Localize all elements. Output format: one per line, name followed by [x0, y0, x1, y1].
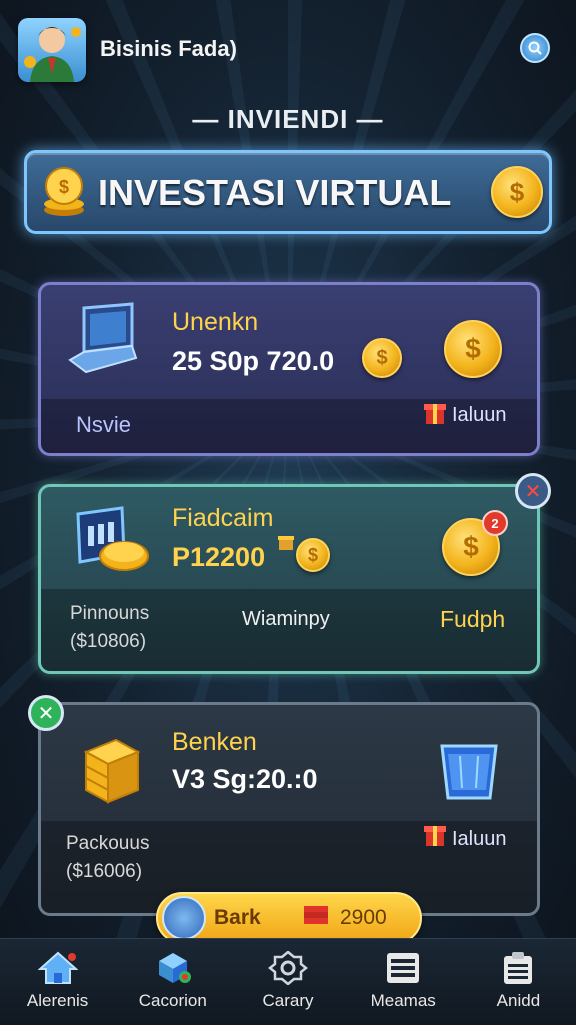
gift-icon [420, 820, 450, 855]
laptop-icon [66, 302, 140, 387]
dollar-coin-icon: $ [444, 320, 502, 378]
bank-icon [162, 896, 206, 940]
card-2-tag: Fudph [440, 606, 506, 632]
nav-label: Anidd [496, 991, 541, 1010]
bottom-nav: Alerenis Cacorion Carary Meamas Anidd [0, 938, 576, 1025]
nav-label: Alerenis [26, 991, 89, 1010]
coin-stack-icon: $ [36, 164, 92, 225]
card-3-stat-label: Packouus [66, 833, 150, 854]
nav-label: Cacorion [138, 991, 207, 1010]
clipboard-icon [504, 952, 533, 984]
card-reader-icon [72, 504, 152, 583]
chip-stack-icon [302, 902, 330, 933]
cube-icon [158, 953, 191, 983]
app-title: Bisinis Fada) [100, 36, 237, 61]
svg-text:$: $ [59, 177, 69, 197]
card-2-amount: P12200 [172, 542, 266, 572]
search-icon [528, 41, 542, 55]
section-subtitle: — INVIENDI — [192, 104, 384, 134]
card-1-tag: Ialuun [452, 404, 507, 426]
dollar-coin-icon: $ [491, 166, 543, 218]
nav-item-anidd[interactable]: Anidd [461, 939, 576, 1025]
gear-icon [268, 951, 308, 985]
help-button[interactable] [520, 33, 550, 63]
card-2-stat-label: Pinnouns [70, 603, 150, 624]
card-2-stat-value: ($10806) [70, 631, 147, 652]
bank-action-label: Bark [214, 906, 261, 929]
card-3-tag: Ialuun [452, 828, 507, 850]
close-icon[interactable]: ✕ [515, 473, 551, 509]
card-2-name: Fiadcaim [172, 504, 274, 532]
card-2-mid-label: Wiaminpy [242, 608, 330, 630]
card-1-name: Unenkn [172, 308, 259, 336]
gift-icon [276, 532, 296, 557]
bank-action-value: 2900 [340, 906, 387, 929]
nav-item-carary[interactable]: Carary [230, 939, 345, 1025]
basket-icon [434, 732, 504, 813]
nav-item-cacorion[interactable]: Cacorion [115, 939, 230, 1025]
card-1-status: Nsvie [76, 412, 132, 437]
gold-bars-icon [76, 732, 146, 813]
notification-badge: 2 [482, 510, 508, 536]
close-icon[interactable]: ✕ [28, 695, 64, 731]
banner-title: INVESTASI VIRTUAL [98, 172, 452, 213]
gift-icon [420, 398, 450, 433]
card-1-amount: 25 S0p 720.0 [172, 346, 335, 376]
card-3-amount: V3 Sg:20.:0 [172, 764, 318, 794]
nav-item-meamas[interactable]: Meamas [346, 939, 461, 1025]
home-icon [37, 951, 78, 984]
menu-icon [387, 953, 420, 983]
dollar-coin-icon: $ [296, 538, 330, 572]
card-3-stat-value: ($16006) [66, 861, 143, 882]
nav-label: Carary [262, 991, 314, 1010]
card-3-name: Benken [172, 728, 257, 756]
avatar[interactable] [18, 18, 86, 82]
nav-label: Meamas [370, 991, 436, 1010]
nav-item-alerenis[interactable]: Alerenis [0, 939, 115, 1025]
dollar-coin-icon: $ [362, 338, 402, 378]
